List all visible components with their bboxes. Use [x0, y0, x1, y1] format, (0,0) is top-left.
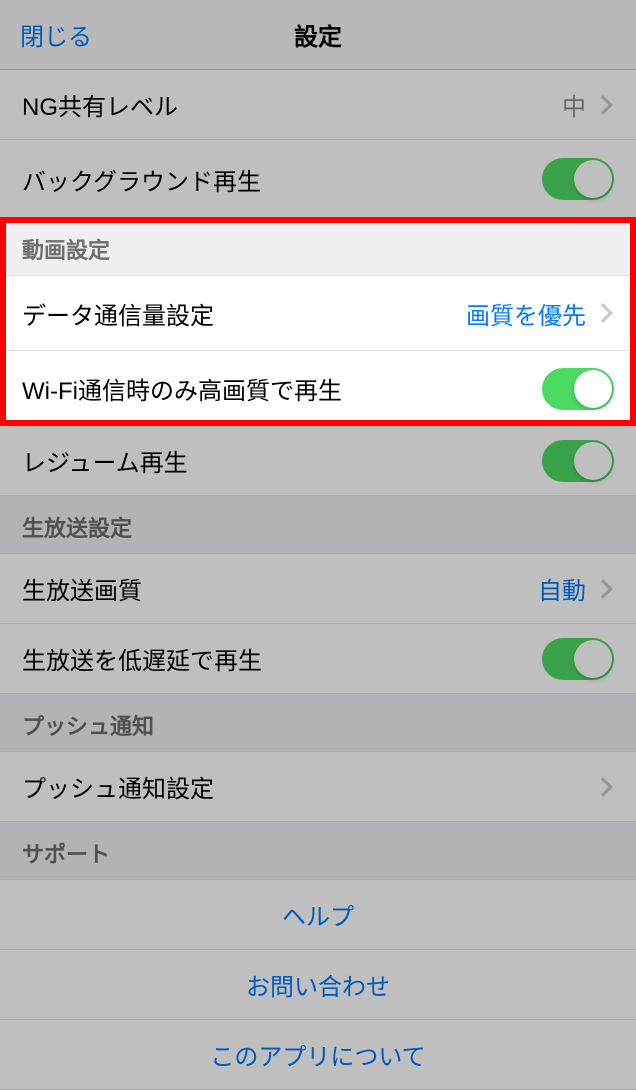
chevron-right-icon — [593, 303, 613, 323]
support-section-header: サポート — [0, 822, 636, 880]
resume-toggle[interactable] — [542, 440, 614, 482]
video-section-title: 動画設定 — [22, 233, 110, 265]
video-settings-group: データ通信量設定 画質を優先 Wi-Fi通信時のみ高画質で再生 — [0, 276, 636, 426]
live-quality-label: 生放送画質 — [22, 571, 538, 606]
wifi-hq-label: Wi-Fi通信時のみ高画質で再生 — [22, 371, 542, 406]
data-usage-row[interactable]: データ通信量設定 画質を優先 — [0, 276, 636, 351]
page-title: 設定 — [294, 17, 342, 52]
background-play-label: バックグラウンド再生 — [22, 162, 542, 197]
ng-share-row[interactable]: NG共有レベル 中 — [0, 70, 636, 140]
video-section-header: 動画設定 — [0, 218, 636, 276]
wifi-hq-toggle[interactable] — [542, 368, 614, 410]
live-low-latency-toggle[interactable] — [542, 638, 614, 680]
ng-share-label: NG共有レベル — [22, 87, 562, 122]
chevron-right-icon — [593, 95, 613, 115]
push-settings-row[interactable]: プッシュ通知設定 — [0, 752, 636, 822]
about-link[interactable]: このアプリについて — [0, 1020, 636, 1090]
resume-row: レジューム再生 — [0, 426, 636, 496]
push-section-header: プッシュ通知 — [0, 694, 636, 752]
live-low-latency-row: 生放送を低遅延で再生 — [0, 624, 636, 694]
data-usage-value: 画質を優先 — [466, 296, 586, 331]
live-section-header: 生放送設定 — [0, 496, 636, 554]
background-play-toggle[interactable] — [542, 158, 614, 200]
resume-label: レジューム再生 — [22, 443, 542, 478]
help-link[interactable]: ヘルプ — [0, 880, 636, 950]
live-quality-value: 自動 — [538, 571, 586, 606]
live-low-latency-label: 生放送を低遅延で再生 — [22, 641, 542, 676]
contact-link[interactable]: お問い合わせ — [0, 950, 636, 1020]
wifi-hq-row: Wi-Fi通信時のみ高画質で再生 — [0, 351, 636, 426]
background-play-row: バックグラウンド再生 — [0, 140, 636, 218]
chevron-right-icon — [593, 579, 613, 599]
push-section-title: プッシュ通知 — [22, 709, 154, 741]
push-settings-label: プッシュ通知設定 — [22, 769, 596, 804]
support-section-title: サポート — [22, 837, 110, 869]
chevron-right-icon — [593, 777, 613, 797]
live-quality-row[interactable]: 生放送画質 自動 — [0, 554, 636, 624]
close-button[interactable]: 閉じる — [20, 17, 92, 52]
live-section-title: 生放送設定 — [22, 511, 132, 543]
header-bar: 閉じる 設定 — [0, 0, 636, 70]
ng-share-value: 中 — [562, 87, 586, 122]
data-usage-label: データ通信量設定 — [22, 296, 466, 331]
